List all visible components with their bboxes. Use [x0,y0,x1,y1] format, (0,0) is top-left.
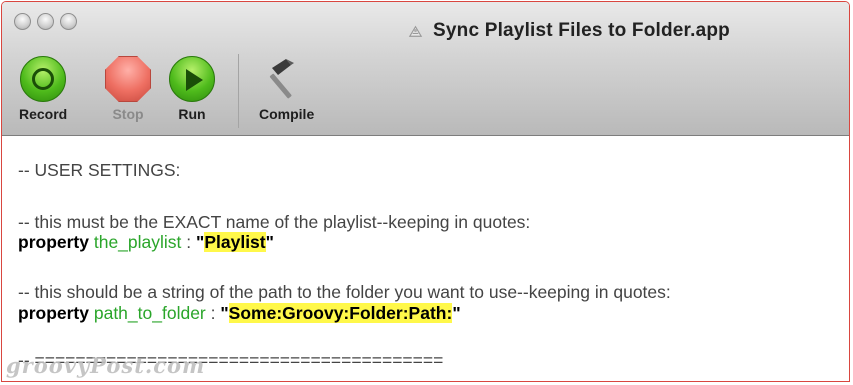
comment-playlist: -- this must be the EXACT name of the pl… [18,212,531,232]
run-icon [169,56,215,102]
record-icon [20,56,67,102]
minimize-window-button[interactable] [37,13,54,30]
string-value: Playlist [204,232,266,252]
variable-name: path_to_folder [93,303,206,323]
keyword: property [18,232,89,252]
close-quote: " [452,303,461,323]
window-title: Sync Playlist Files to Folder.app [433,20,730,41]
comment-folder-path: -- this should be a string of the path t… [18,282,671,302]
record-label: Record [19,106,68,122]
close-window-button[interactable] [14,13,31,30]
property-playlist-line: property the_playlist : "Playlist" [18,232,274,253]
keyword: property [18,303,89,323]
toolbar-separator [238,54,239,128]
string-value: Some:Groovy:Folder:Path: [228,303,453,323]
separator: : [181,232,197,252]
app-window: Sync Playlist Files to Folder.app Record… [1,1,850,382]
stop-label: Stop [112,106,144,122]
compile-label: Compile [259,106,315,122]
stop-icon [105,56,151,102]
script-editor[interactable]: -- USER SETTINGS: -- this must be the EX… [2,136,849,381]
open-quote: " [220,303,229,323]
run-label: Run [178,106,206,122]
close-quote: " [265,232,274,252]
window-title-group: Sync Playlist Files to Folder.app [406,20,730,42]
hammer-icon [269,59,294,99]
separator: : [205,303,221,323]
comment-user-settings: -- USER SETTINGS: [18,160,181,180]
run-button[interactable]: Run [169,56,215,122]
zoom-window-button[interactable] [60,13,77,30]
title-toolbar: Sync Playlist Files to Folder.app Record… [2,2,849,136]
property-path-line: property path_to_folder : "Some:Groovy:F… [18,303,461,324]
stop-button[interactable]: Stop [105,56,151,122]
record-button[interactable]: Record [19,56,67,122]
variable-name: the_playlist [93,232,182,252]
applescript-icon [408,25,423,37]
compile-button[interactable]: Compile [259,56,314,122]
watermark: groovyPost.com [6,353,206,378]
